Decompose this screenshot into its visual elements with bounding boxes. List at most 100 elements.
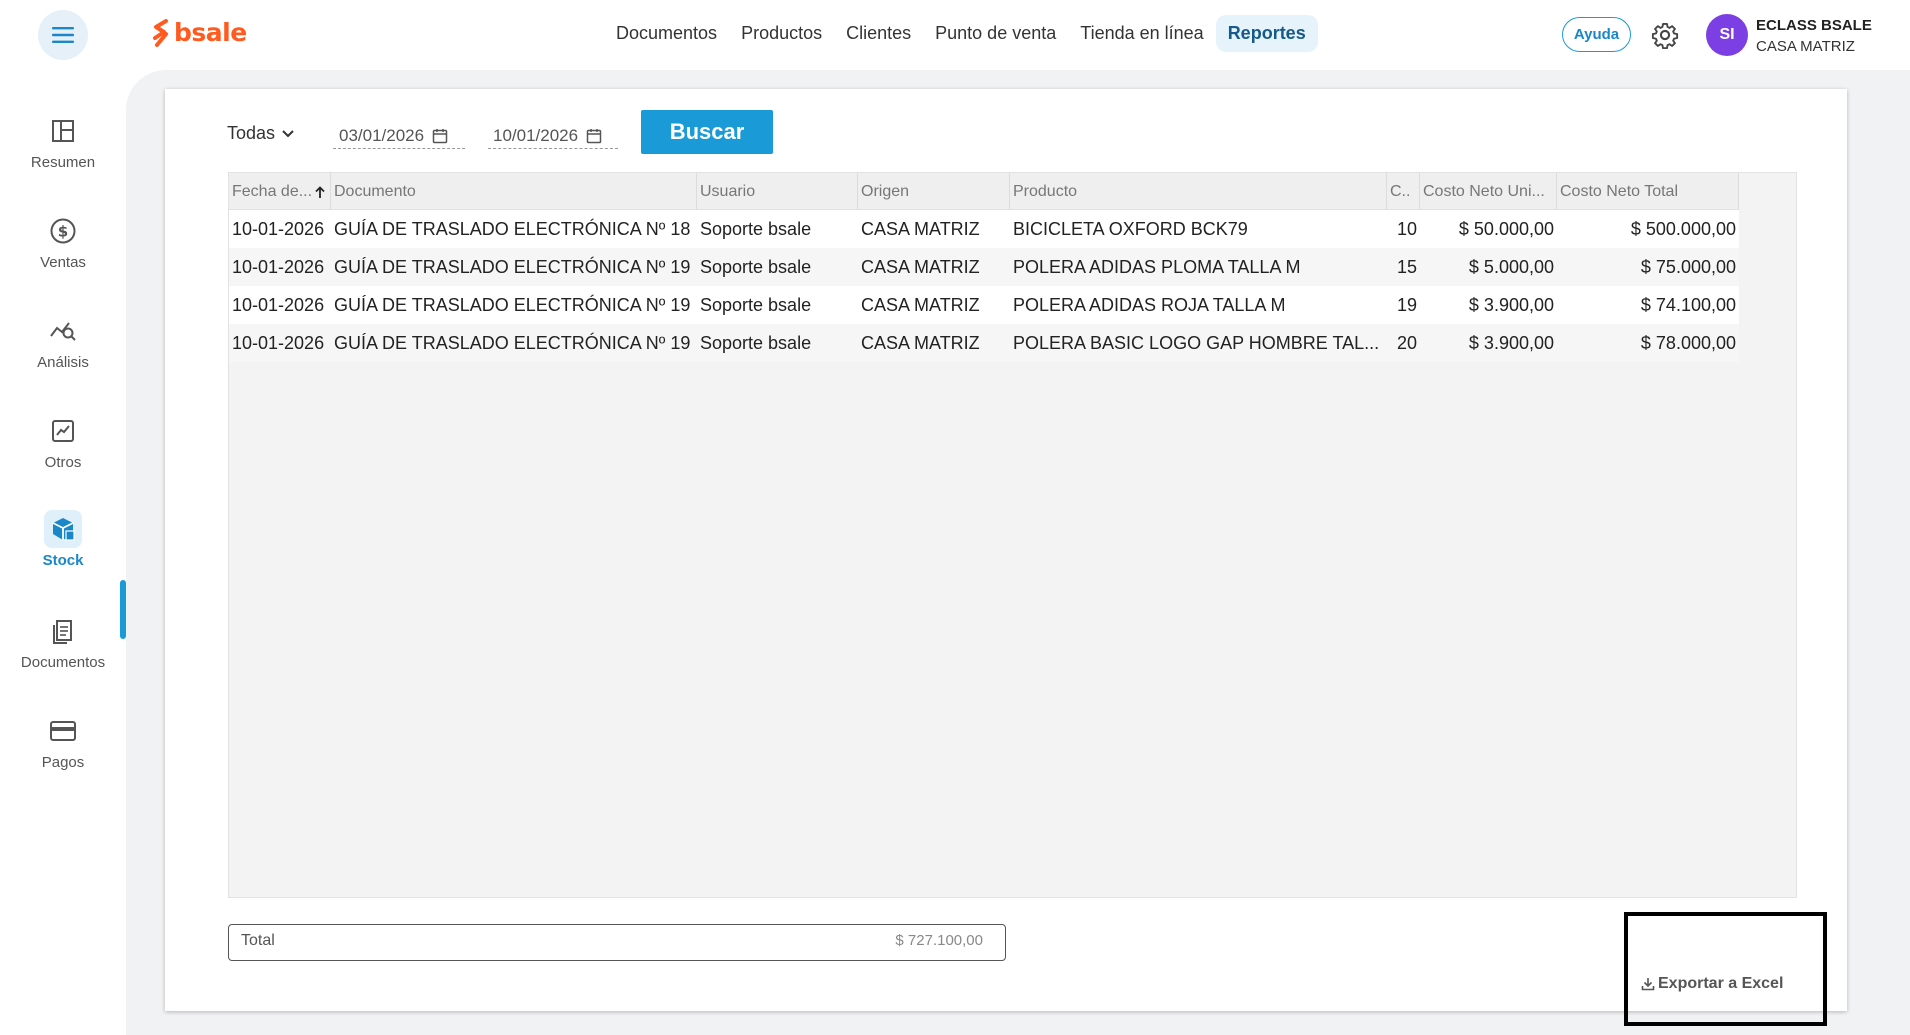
cell-costo-total: $ 74.100,00 — [1640, 294, 1736, 315]
cell-costo-total: $ 500.000,00 — [1630, 218, 1736, 239]
cell-producto: BICICLETA OXFORD BCK79 — [1013, 218, 1248, 239]
cell-origen: CASA MATRIZ — [861, 294, 980, 315]
chart-icon — [46, 414, 80, 448]
nav-documentos[interactable]: Documentos — [604, 15, 729, 52]
column-header-documento[interactable]: Documento — [331, 173, 697, 210]
date-from-value: 03/01/2026 — [339, 125, 425, 145]
cell-documento: GUÍA DE TRASLADO ELECTRÓNICA Nº 18 — [334, 218, 691, 239]
bsale-logo-icon — [153, 18, 168, 47]
cell-documento: GUÍA DE TRASLADO ELECTRÓNICA Nº 19 — [334, 256, 691, 277]
analysis-icon — [46, 314, 80, 348]
cell-costo-unitario: $ 3.900,00 — [1468, 294, 1554, 315]
sidebar-item-label: Pagos — [41, 754, 85, 771]
export-label: Exportar a Excel — [1658, 975, 1784, 992]
cell-producto: POLERA BASIC LOGO GAP HOMBRE TAL... — [1013, 332, 1380, 353]
cell-documento: GUÍA DE TRASLADO ELECTRÓNICA Nº 19 — [334, 294, 691, 315]
sidebar-item-label: Documentos — [20, 654, 106, 671]
column-header-costo-total[interactable]: Costo Neto Total — [1557, 173, 1739, 210]
cell-costo-total: $ 75.000,00 — [1640, 256, 1736, 277]
cell-costo-unitario: $ 50.000,00 — [1458, 218, 1554, 239]
box-icon — [44, 510, 82, 548]
select-value: Todas — [227, 123, 276, 143]
cell-cantidad: 15 — [1396, 256, 1417, 277]
card-icon — [46, 714, 80, 748]
cell-cantidad: 10 — [1396, 218, 1417, 239]
sort-ascending-icon — [315, 185, 325, 198]
column-header-origen[interactable]: Origen — [858, 173, 1010, 210]
document-type-select[interactable]: Todas — [227, 123, 295, 144]
cell-costo-total: $ 78.000,00 — [1640, 332, 1736, 353]
avatar[interactable]: SI — [1706, 14, 1748, 56]
cell-fecha: 10-01-2026 — [232, 332, 325, 353]
column-header-fecha[interactable]: Fecha de... — [229, 173, 331, 210]
cell-producto: POLERA ADIDAS PLOMA TALLA M — [1013, 256, 1301, 277]
date-to-value: 10/01/2026 — [493, 125, 579, 145]
active-indicator — [120, 580, 126, 639]
calendar-icon — [586, 128, 602, 143]
documents-icon — [46, 614, 80, 648]
table-row[interactable]: 10-01-2026 GUÍA DE TRASLADO ELECTRÓNICA … — [229, 324, 1739, 362]
cell-usuario: Soporte bsale — [700, 218, 812, 239]
table-row[interactable]: 10-01-2026 GUÍA DE TRASLADO ELECTRÓNICA … — [229, 286, 1739, 324]
cell-fecha: 10-01-2026 — [232, 218, 325, 239]
export-highlight-box — [1624, 912, 1827, 1026]
nav-clientes[interactable]: Clientes — [834, 15, 923, 52]
user-name[interactable]: ECLASS BSALE — [1756, 17, 1872, 34]
menu-icon — [52, 27, 74, 43]
cell-documento: GUÍA DE TRASLADO ELECTRÓNICA Nº 19 — [334, 332, 691, 353]
logo-text: bsale — [174, 18, 247, 47]
cell-origen: CASA MATRIZ — [861, 256, 980, 277]
sidebar-item-resumen[interactable]: Resumen — [0, 114, 126, 194]
total-label: Total — [241, 932, 275, 949]
date-to-field[interactable]: 10/01/2026 — [488, 123, 618, 149]
cell-usuario: Soporte bsale — [700, 256, 812, 277]
sidebar-item-label: Resumen — [30, 154, 96, 171]
sidebar-item-analisis[interactable]: Análisis — [0, 314, 126, 394]
gear-icon[interactable] — [1651, 21, 1679, 49]
bsale-logo[interactable]: bsale — [152, 18, 247, 47]
grid-header: Fecha de... Documento Usuario Origen Pro… — [229, 173, 1739, 210]
calendar-icon — [432, 128, 448, 143]
total-value: $ 727.100,00 — [895, 932, 983, 949]
cell-costo-unitario: $ 3.900,00 — [1468, 332, 1554, 353]
sidebar-item-ventas[interactable]: $ Ventas — [0, 214, 126, 294]
sidebar-item-stock[interactable]: Stock — [0, 510, 126, 590]
export-excel-button[interactable]: Exportar a Excel — [1641, 975, 1783, 993]
search-button[interactable]: Buscar — [641, 110, 773, 154]
cell-origen: CASA MATRIZ — [861, 332, 980, 353]
layout-icon — [46, 114, 80, 148]
column-header-usuario[interactable]: Usuario — [697, 173, 858, 210]
download-icon — [1641, 978, 1655, 991]
data-grid: Fecha de... Documento Usuario Origen Pro… — [228, 172, 1797, 898]
chevron-down-icon — [282, 129, 294, 137]
column-header-cantidad[interactable]: C.. — [1387, 173, 1420, 210]
column-header-label: Fecha de... — [232, 182, 313, 200]
svg-text:$: $ — [58, 223, 68, 241]
sidebar-item-label: Otros — [44, 454, 82, 471]
cell-fecha: 10-01-2026 — [232, 256, 325, 277]
user-branch: CASA MATRIZ — [1756, 38, 1855, 55]
top-navigation: Documentos Productos Clientes Punto de v… — [604, 15, 1318, 52]
sidebar-item-label: Stock — [42, 552, 84, 569]
cell-usuario: Soporte bsale — [700, 294, 812, 315]
sidebar-item-pagos[interactable]: Pagos — [0, 714, 126, 794]
nav-productos[interactable]: Productos — [729, 15, 834, 52]
total-summary: Total $ 727.100,00 — [228, 924, 1006, 961]
nav-reportes[interactable]: Reportes — [1215, 15, 1318, 52]
sidebar: Resumen $ Ventas Análisis Otros Stock Do… — [0, 70, 126, 1035]
help-button[interactable]: Ayuda — [1562, 17, 1631, 52]
cell-cantidad: 20 — [1396, 332, 1417, 353]
table-row[interactable]: 10-01-2026 GUÍA DE TRASLADO ELECTRÓNICA … — [229, 210, 1739, 248]
nav-tienda-en-linea[interactable]: Tienda en línea — [1068, 15, 1215, 52]
hamburger-menu-button[interactable] — [38, 10, 88, 60]
date-from-field[interactable]: 03/01/2026 — [333, 123, 465, 149]
nav-punto-de-venta[interactable]: Punto de venta — [923, 15, 1068, 52]
top-header: bsale Documentos Productos Clientes Punt… — [0, 0, 1910, 70]
sidebar-item-otros[interactable]: Otros — [0, 414, 126, 494]
column-header-producto[interactable]: Producto — [1010, 173, 1387, 210]
cell-usuario: Soporte bsale — [700, 332, 812, 353]
cell-cantidad: 19 — [1396, 294, 1417, 315]
table-row[interactable]: 10-01-2026 GUÍA DE TRASLADO ELECTRÓNICA … — [229, 248, 1739, 286]
sidebar-item-documentos[interactable]: Documentos — [0, 614, 126, 694]
column-header-costo-unitario[interactable]: Costo Neto Uni... — [1420, 173, 1557, 210]
